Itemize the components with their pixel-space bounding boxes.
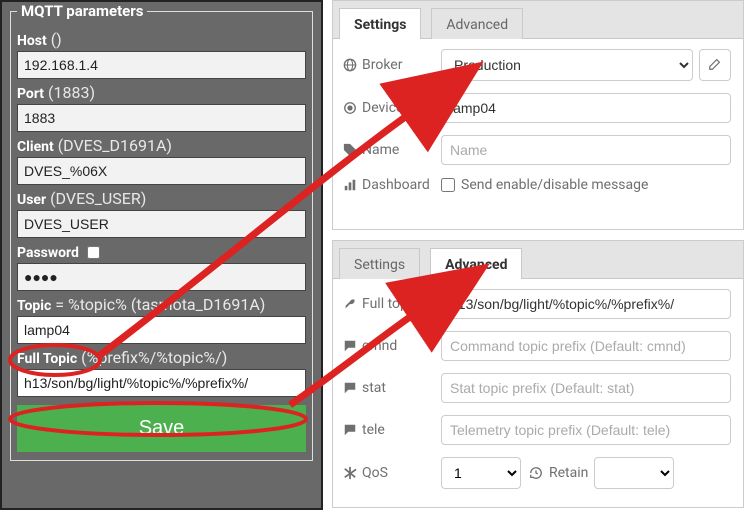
client-hint: (DVES_D1691A) [58, 136, 172, 155]
chat-icon [343, 423, 357, 437]
tag-icon [343, 143, 357, 157]
globe-icon [343, 58, 357, 72]
cmnd-label: cmnd [362, 338, 397, 354]
fulltopic-label: Full Topic [17, 351, 77, 367]
fulltopic-input[interactable] [17, 369, 306, 397]
save-button[interactable]: Save [17, 405, 306, 452]
asterisk-icon [343, 466, 357, 480]
fulltopic-input-b[interactable] [441, 289, 731, 319]
pencil-icon [708, 57, 722, 71]
host-label: Host [17, 33, 47, 49]
bar-chart-icon [343, 178, 357, 192]
qos-label: QoS [362, 465, 388, 481]
advanced-card: Settings Advanced Full topic cmnd [332, 240, 744, 508]
broker-select[interactable]: Production [441, 49, 693, 81]
fulltopic-label-b: Full topic [362, 296, 419, 312]
history-icon [529, 466, 543, 480]
dashboard-send-checkbox[interactable] [441, 178, 455, 192]
tab-advanced-b[interactable]: Advanced [430, 248, 522, 279]
password-input[interactable] [17, 263, 306, 291]
port-input[interactable] [17, 104, 306, 132]
port-hint: (1883) [48, 83, 95, 102]
chat-icon [343, 381, 357, 395]
retain-select[interactable] [594, 457, 674, 489]
dashboard-label: Dashboard [362, 177, 430, 193]
cmnd-input[interactable] [441, 331, 731, 361]
stat-label: stat [362, 380, 386, 396]
client-label: Client [17, 139, 54, 155]
device-label: Device [362, 100, 403, 116]
chat-icon [343, 339, 357, 353]
topic-input[interactable] [17, 316, 306, 344]
tab-advanced[interactable]: Advanced [431, 8, 523, 39]
host-row: Host () [17, 30, 306, 79]
mqtt-params-panel: MQTT parameters Host () Port (1883) Clie… [0, 0, 323, 510]
user-input[interactable] [17, 210, 306, 238]
tele-input[interactable] [441, 415, 731, 445]
qos-select[interactable]: 1 [441, 457, 521, 489]
name-label: Name [362, 142, 399, 158]
user-hint: (DVES_USER) [50, 189, 146, 208]
mqtt-legend: MQTT parameters [17, 2, 147, 20]
wrench-icon [343, 297, 357, 311]
tele-label: tele [362, 422, 385, 438]
topic-label: Topic [17, 298, 51, 314]
password-label: Password [17, 245, 79, 261]
tab-settings-b[interactable]: Settings [339, 248, 420, 279]
port-label: Port [17, 86, 44, 102]
host-input[interactable] [17, 51, 306, 79]
stat-input[interactable] [441, 373, 731, 403]
name-input[interactable] [441, 135, 731, 165]
record-icon [343, 101, 357, 115]
topic-hint: = %topic% (tasmota_D1691A) [55, 295, 265, 314]
settings-card: Settings Advanced Broker Production Devi… [332, 0, 744, 230]
client-input[interactable] [17, 157, 306, 185]
dashboard-check-label: Send enable/disable message [461, 177, 648, 193]
password-visibility-checkbox[interactable] [87, 246, 100, 259]
user-label: User [17, 192, 46, 208]
retain-label: Retain [549, 465, 588, 481]
fulltopic-hint: (%prefix%/%topic%/) [81, 348, 227, 367]
broker-label: Broker [362, 57, 402, 73]
tab-settings[interactable]: Settings [339, 8, 421, 39]
device-input[interactable] [441, 93, 731, 123]
host-hint: () [51, 30, 62, 49]
broker-edit-button[interactable] [699, 49, 731, 81]
